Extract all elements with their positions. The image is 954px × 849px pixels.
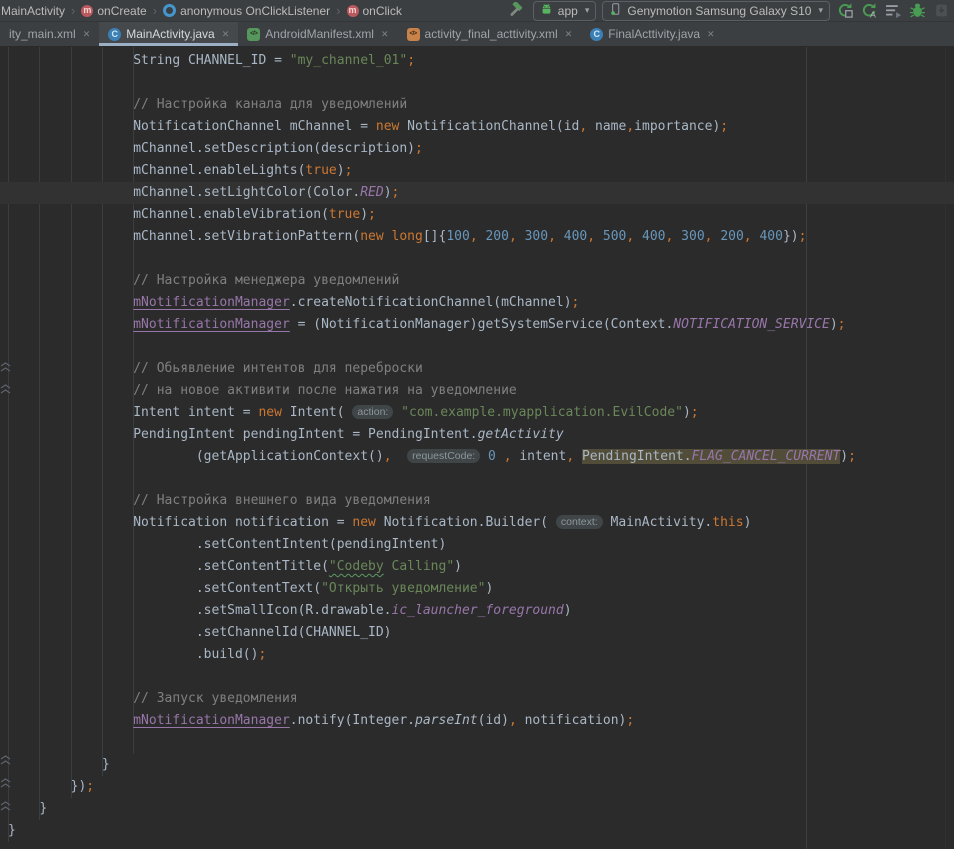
editor-tab[interactable]: C MainActivity.java ✕ <box>99 22 238 46</box>
code-line[interactable]: mNotificationManager = (NotificationMana… <box>0 314 954 336</box>
tab-label: MainActivity.java <box>126 27 214 41</box>
code-line[interactable] <box>0 468 954 490</box>
editor-tab[interactable]: </> activity_final_acttivity.xml ✕ <box>398 22 582 46</box>
code-line[interactable]: .setContentText("Открыть уведомление") <box>0 578 954 600</box>
android-app-icon <box>540 3 553 19</box>
run-config-label: app <box>558 4 578 18</box>
parameter-hint: requestCode: <box>407 449 480 463</box>
layout-xml-file-icon: </> <box>407 28 420 41</box>
breadcrumb-label: onClick <box>363 4 402 18</box>
tab-close-icon[interactable]: ✕ <box>222 29 230 40</box>
code-line[interactable]: // Настройка внешнего вида уведомления <box>0 490 954 512</box>
run-config-dropdown[interactable]: app ▾ <box>533 1 597 21</box>
anonymous-class-icon <box>163 4 176 17</box>
build-hammer-icon[interactable] <box>509 2 527 20</box>
breadcrumb-label: onCreate <box>97 4 146 18</box>
code-line[interactable]: // Запуск уведомления <box>0 688 954 710</box>
code-line[interactable] <box>0 666 954 688</box>
code-line[interactable]: } <box>0 820 954 842</box>
editor-tab[interactable]: </> AndroidManifest.xml ✕ <box>238 22 397 46</box>
device-label: Genymotion Samsung Galaxy S10 <box>627 4 811 18</box>
code-line[interactable]: mChannel.setLightColor(Color.RED); <box>0 182 954 204</box>
code-line[interactable]: (getApplicationContext(), requestCode: 0… <box>0 446 954 468</box>
tab-close-icon[interactable]: ✕ <box>381 29 389 40</box>
tab-label: AndroidManifest.xml <box>265 27 374 41</box>
code-line[interactable] <box>0 732 954 754</box>
chevron-down-icon: ▾ <box>585 5 590 16</box>
tab-close-icon[interactable]: ✕ <box>707 29 715 40</box>
code-line[interactable]: mNotificationManager.createNotificationC… <box>0 292 954 314</box>
phone-icon <box>609 2 622 19</box>
breadcrumb-separator-icon: › <box>153 3 157 18</box>
code-line[interactable]: } <box>0 798 954 820</box>
tab-label: activity_final_acttivity.xml <box>425 27 558 41</box>
attach-debugger-icon[interactable] <box>932 2 950 20</box>
editor[interactable]: String CHANNEL_ID = "my_channel_01"; // … <box>0 47 954 849</box>
run-toolbar: app ▾ Genymotion Samsung Galaxy S10 ▾ <box>509 1 954 21</box>
parameter-hint: action: <box>352 405 393 419</box>
code-line[interactable]: .setChannelId(CHANNEL_ID) <box>0 622 954 644</box>
navigation-toolbar: MainActivity › m onCreate › anonymous OnClick… <box>0 0 954 22</box>
code-line[interactable]: Notification notification = new Notifica… <box>0 512 954 534</box>
run-tasks-icon[interactable] <box>884 2 902 20</box>
code-line[interactable] <box>0 72 954 94</box>
code-line[interactable]: .build(); <box>0 644 954 666</box>
tab-label: FinalActtivity.java <box>608 27 700 41</box>
breadcrumb-item[interactable]: MainActivity <box>1 4 65 18</box>
code-line[interactable]: Intent intent = new Intent( action: "com… <box>0 402 954 424</box>
tab-bar: ity_main.xml ✕ C MainActivity.java ✕ </> Andro… <box>0 22 954 47</box>
tab-close-icon[interactable]: ✕ <box>83 29 91 40</box>
breadcrumb: MainActivity › m onCreate › anonymous OnClick… <box>0 3 402 18</box>
parameter-hint: context: <box>556 515 603 529</box>
code-line[interactable]: .setContentTitle("Codeby Calling") <box>0 556 954 578</box>
breadcrumb-label: MainActivity <box>1 4 65 18</box>
breadcrumb-separator-icon: › <box>71 3 75 18</box>
debug-icon[interactable] <box>908 2 926 20</box>
method-icon: m <box>81 5 93 17</box>
code-line[interactable]: // Настройка канала для уведомлений <box>0 94 954 116</box>
method-icon: m <box>347 5 359 17</box>
code-line[interactable]: // Настройка менеджера уведомлений <box>0 270 954 292</box>
breadcrumb-item[interactable]: m onClick <box>347 4 402 18</box>
code-area[interactable]: String CHANNEL_ID = "my_channel_01"; // … <box>0 47 954 842</box>
editor-tab[interactable]: C FinalActtivity.java ✕ <box>581 22 723 46</box>
breadcrumb-item[interactable]: m onCreate <box>81 4 146 18</box>
code-line[interactable]: } <box>0 754 954 776</box>
code-line[interactable]: NotificationChannel mChannel = new Notif… <box>0 116 954 138</box>
editor-tab[interactable]: ity_main.xml ✕ <box>0 22 99 46</box>
code-line[interactable]: .setSmallIcon(R.drawable.ic_launcher_for… <box>0 600 954 622</box>
code-line[interactable]: mChannel.enableLights(true); <box>0 160 954 182</box>
apply-changes-icon[interactable]: A <box>860 2 878 20</box>
code-line[interactable] <box>0 248 954 270</box>
chevron-down-icon: ▾ <box>818 5 823 16</box>
java-class-icon: C <box>108 28 121 41</box>
breadcrumb-item[interactable]: anonymous OnClickListener <box>163 4 330 18</box>
java-class-icon: C <box>590 28 603 41</box>
code-line[interactable]: mChannel.setDescription(description); <box>0 138 954 160</box>
breadcrumb-separator-icon: › <box>336 3 340 18</box>
code-line[interactable]: }); <box>0 776 954 798</box>
rerun-icon[interactable] <box>836 2 854 20</box>
device-dropdown[interactable]: Genymotion Samsung Galaxy S10 ▾ <box>602 1 830 21</box>
code-line[interactable]: // Обьявление интентов для переброски <box>0 358 954 380</box>
code-line[interactable]: .setContentIntent(pendingIntent) <box>0 534 954 556</box>
breadcrumb-label: anonymous OnClickListener <box>180 4 330 18</box>
code-line[interactable] <box>0 336 954 358</box>
code-line[interactable]: mNotificationManager.notify(Integer.pars… <box>0 710 954 732</box>
code-line[interactable]: mChannel.setVibrationPattern(new long[]{… <box>0 226 954 248</box>
svg-text:A: A <box>870 10 876 19</box>
manifest-file-icon: </> <box>247 28 260 41</box>
code-line[interactable]: String CHANNEL_ID = "my_channel_01"; <box>0 50 954 72</box>
tab-close-icon[interactable]: ✕ <box>565 29 573 40</box>
code-line[interactable]: // на новое активити после нажатия на ув… <box>0 380 954 402</box>
code-line[interactable]: PendingIntent pendingIntent = PendingInt… <box>0 424 954 446</box>
code-line[interactable]: mChannel.enableVibration(true); <box>0 204 954 226</box>
tab-label: ity_main.xml <box>9 27 76 41</box>
